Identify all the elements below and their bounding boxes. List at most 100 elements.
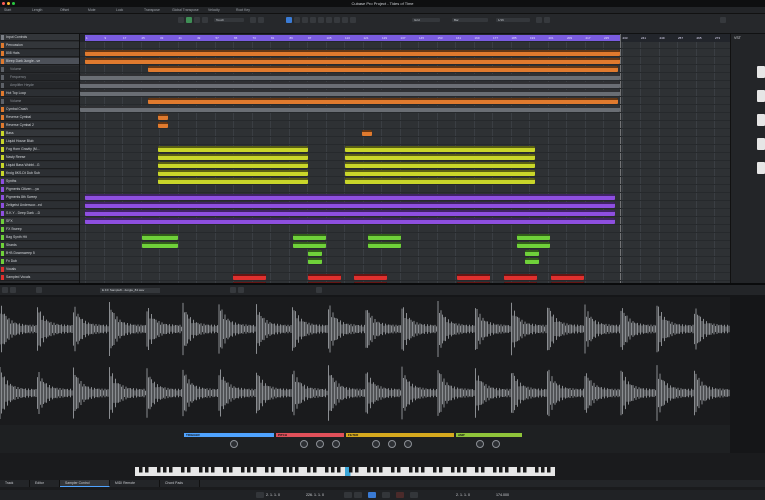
black-key[interactable] [145, 467, 149, 473]
black-key[interactable] [535, 467, 539, 473]
track-row[interactable]: Amplifier Heyde [0, 82, 79, 89]
snap-toggle[interactable] [536, 17, 542, 23]
sampler-knob[interactable] [300, 440, 308, 448]
stop-button[interactable] [382, 492, 390, 498]
black-key[interactable] [367, 467, 371, 473]
black-key[interactable] [499, 467, 503, 473]
play-tool[interactable] [350, 17, 356, 23]
black-key[interactable] [199, 467, 203, 473]
black-key[interactable] [481, 467, 485, 473]
settings-gear-icon[interactable] [258, 17, 264, 23]
position-display[interactable]: 2. 1. 1. 0 [456, 490, 470, 500]
track-lane[interactable] [80, 258, 730, 265]
track-row[interactable]: Bleep Dark Jungle...ve [0, 58, 79, 65]
black-key[interactable] [271, 467, 275, 473]
track-lane[interactable] [80, 122, 730, 129]
arrange-event[interactable] [158, 162, 308, 168]
arrange-event[interactable] [80, 90, 620, 96]
track-row[interactable]: Kroig 8KS-Dt Dub Sub [0, 170, 79, 177]
arrange-event[interactable] [345, 154, 535, 160]
vst-instrument-slot-3[interactable] [757, 114, 765, 126]
arrange-event[interactable] [308, 274, 341, 280]
black-key[interactable] [475, 467, 479, 473]
track-row[interactable]: Nasty Reese [0, 154, 79, 161]
sample-waveform[interactable] [0, 297, 730, 425]
play-button[interactable] [368, 492, 376, 498]
black-key[interactable] [313, 467, 317, 473]
track-lane[interactable] [80, 42, 730, 49]
arrange-window[interactable]: 1 9 17 25 33 41 49 57 65 73 81 89 97 105 113 121 129 137 1… [80, 34, 730, 283]
black-key[interactable] [289, 467, 293, 473]
track-row[interactable]: B+B Downsweep 5 [0, 250, 79, 257]
track-row[interactable]: Zeitgeist Underscor...ed [0, 202, 79, 209]
arrange-event[interactable] [85, 210, 615, 216]
black-key[interactable] [451, 467, 455, 473]
arrange-event[interactable] [142, 242, 178, 248]
monitor-button[interactable] [186, 17, 192, 23]
cycle-button[interactable] [410, 492, 418, 498]
sampler-loop-button[interactable] [36, 287, 42, 293]
black-key[interactable] [331, 467, 335, 473]
black-key[interactable] [505, 467, 509, 473]
arrange-event[interactable] [354, 274, 387, 280]
track-lane[interactable] [80, 186, 730, 193]
black-key[interactable] [493, 467, 497, 473]
arrange-event[interactable] [158, 122, 168, 128]
mute-tool[interactable] [334, 17, 340, 23]
track-row[interactable]: Input Controls [0, 34, 79, 41]
split-tool[interactable] [302, 17, 308, 23]
track-row[interactable]: Liquid Bass Wobbl...G [0, 162, 79, 169]
read-automation-button[interactable] [202, 17, 208, 23]
arrange-event[interactable] [525, 258, 539, 264]
sampler-knob[interactable] [476, 440, 484, 448]
arrange-event[interactable] [158, 146, 308, 152]
sampler-knob[interactable] [316, 440, 324, 448]
sampler-section-header[interactable]: TRIGGER [184, 433, 274, 437]
black-key[interactable] [295, 467, 299, 473]
range-tool[interactable] [294, 17, 300, 23]
track-row[interactable]: Liquid House Blub [0, 138, 79, 145]
arrange-event[interactable] [85, 202, 615, 208]
arrange-event[interactable] [233, 274, 266, 280]
sampler-section-header[interactable]: FILTER [346, 433, 454, 437]
black-key[interactable] [433, 467, 437, 473]
black-key[interactable] [517, 467, 521, 473]
sampler-audition-button[interactable] [10, 287, 16, 293]
track-row[interactable]: Volume [0, 66, 79, 73]
track-row[interactable]: SFX [0, 218, 79, 225]
arrange-event[interactable] [345, 162, 535, 168]
arrange-event[interactable] [85, 50, 620, 56]
vst-instrument-slot-1[interactable] [757, 66, 765, 78]
snap-zero-crossing-button[interactable] [230, 287, 236, 293]
sampler-section-header[interactable]: AMP [456, 433, 522, 437]
track-row[interactable]: Cymbal Crash [0, 106, 79, 113]
black-key[interactable] [349, 467, 353, 473]
track-row[interactable]: Bag Synth Hit [0, 234, 79, 241]
arrange-event[interactable] [345, 178, 535, 184]
draw-tool[interactable] [342, 17, 348, 23]
track-row[interactable]: Synths [0, 178, 79, 185]
snap-type-button[interactable] [544, 17, 550, 23]
sampler-settings-icon[interactable] [316, 287, 322, 293]
black-key[interactable] [211, 467, 215, 473]
sampler-section-header[interactable]: PITCH [276, 433, 344, 437]
arrange-event[interactable] [80, 106, 620, 112]
black-key[interactable] [139, 467, 143, 473]
black-key[interactable] [325, 467, 329, 473]
arrange-event[interactable] [362, 130, 372, 136]
track-row[interactable]: Pigments 8th Sweep [0, 194, 79, 201]
black-key[interactable] [391, 467, 395, 473]
arrange-event[interactable] [293, 234, 326, 240]
lower-zone-tab[interactable]: Chord Pads [160, 480, 200, 487]
vst-instrument-slot-4[interactable] [757, 138, 765, 150]
black-key[interactable] [409, 467, 413, 473]
track-row[interactable]: Reverse Cymbal [0, 114, 79, 121]
tempo-display[interactable]: 174.000 [496, 490, 509, 500]
record-button[interactable] [396, 492, 404, 498]
black-key[interactable] [373, 467, 377, 473]
rewind-button[interactable] [354, 492, 362, 498]
arrange-event[interactable] [308, 258, 322, 264]
lower-zone-tab[interactable]: MIDI Remote [110, 480, 160, 487]
lower-zone-tab[interactable]: Sampler Control [60, 480, 110, 487]
track-row[interactable]: 808 Hats [0, 50, 79, 57]
